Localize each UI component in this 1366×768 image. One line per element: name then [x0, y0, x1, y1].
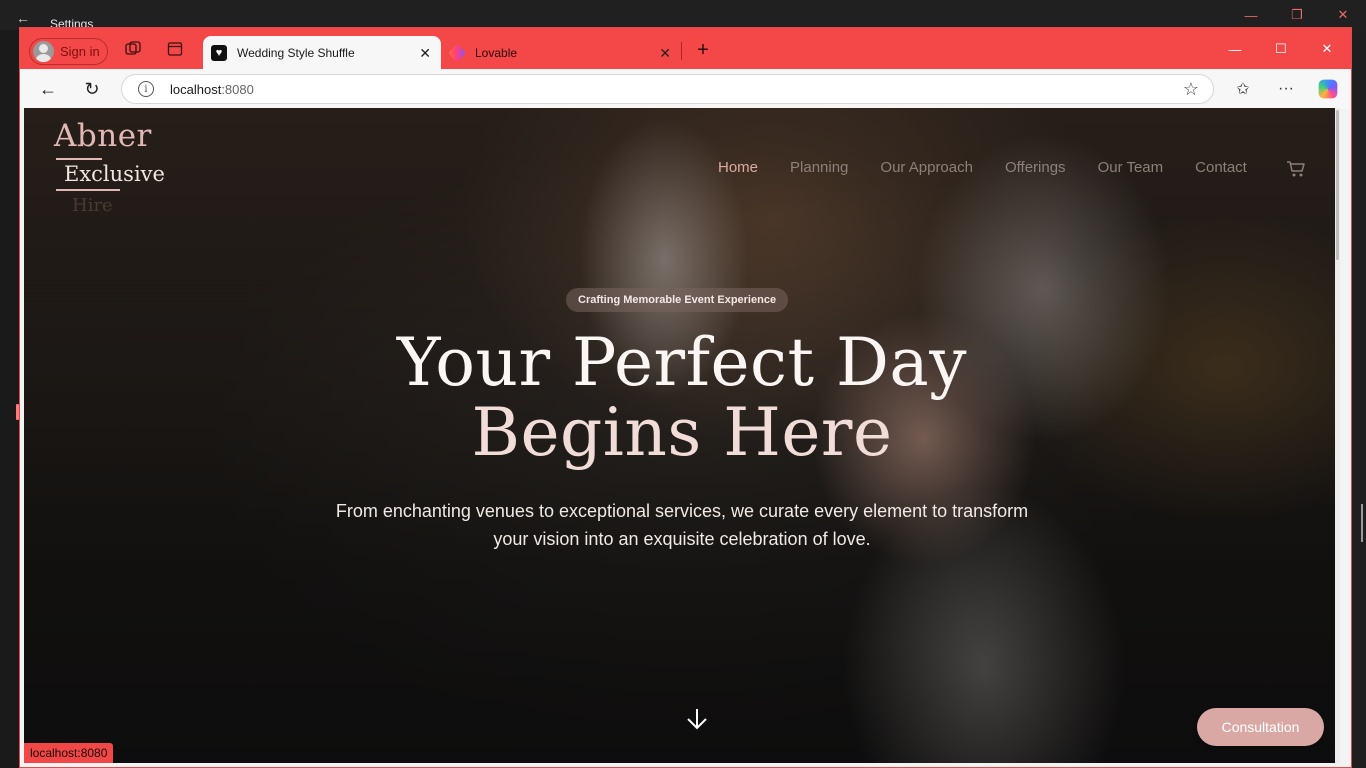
logo-line-3: Hire	[72, 195, 113, 216]
logo-line-2: Exclusive	[64, 162, 165, 186]
favorites-icon[interactable]: ✩	[1232, 78, 1254, 100]
nav-home[interactable]: Home	[718, 159, 758, 176]
page-scrollbar[interactable]	[1335, 108, 1340, 763]
nav-planning[interactable]: Planning	[790, 159, 848, 176]
tab-title: Lovable	[475, 45, 518, 60]
close-tab-icon[interactable]: ✕	[659, 45, 671, 62]
browser-window: Sign in ♥ Wedding Style Shuffle ✕ Lovabl…	[19, 27, 1352, 768]
logo-divider	[56, 189, 120, 191]
hero-headline-line-1: Your Perfect Day	[396, 324, 968, 401]
address-bar: ← ↻ i localhost:8080 ☆ ✩ ···	[20, 69, 1351, 109]
heart-icon: ♥	[211, 44, 227, 61]
nav-our-approach[interactable]: Our Approach	[880, 159, 973, 176]
arrow-left-icon[interactable]: ←	[16, 10, 30, 26]
maximize-icon[interactable]: ☐	[1258, 38, 1304, 60]
favorite-star-icon[interactable]: ☆	[1183, 79, 1199, 100]
tab-wedding-style-shuffle[interactable]: ♥ Wedding Style Shuffle ✕	[203, 36, 441, 69]
site-logo[interactable]: Abner Exclusive Hire	[54, 118, 165, 216]
minimize-icon[interactable]: —	[1228, 0, 1274, 30]
more-menu-icon[interactable]: ···	[1275, 78, 1297, 100]
avatar-icon	[33, 41, 54, 62]
logo-divider	[56, 158, 102, 160]
tab-title: Wedding Style Shuffle	[237, 45, 355, 60]
scrollbar-thumb[interactable]	[1336, 110, 1339, 260]
hero-badge: Crafting Memorable Event Experience	[566, 288, 789, 312]
page-viewport: Abner Exclusive Hire Home Planning Our A…	[24, 108, 1340, 763]
nav-our-team[interactable]: Our Team	[1098, 159, 1164, 176]
refresh-icon[interactable]: ↻	[80, 78, 104, 100]
logo-line-1: Abner	[54, 118, 152, 154]
profile-sign-in-button[interactable]: Sign in	[29, 38, 108, 65]
background-settings-window: ← Settings — ❐ ✕	[0, 0, 1366, 31]
nav-contact[interactable]: Contact	[1195, 159, 1247, 176]
background-window-controls: — ❐ ✕	[1228, 0, 1366, 30]
close-icon[interactable]: ✕	[1320, 0, 1366, 30]
tab-bar: Sign in ♥ Wedding Style Shuffle ✕ Lovabl…	[20, 28, 1351, 69]
lovable-icon	[447, 43, 467, 62]
hero-headline-line-2: Begins Here	[471, 394, 893, 471]
url-text: localhost:8080	[170, 82, 254, 97]
background-window-edge	[0, 30, 20, 768]
workspaces-icon[interactable]	[124, 41, 142, 57]
url-input[interactable]: i localhost:8080 ☆	[121, 74, 1214, 104]
tab-lovable[interactable]: Lovable ✕	[441, 36, 681, 69]
cart-icon[interactable]	[1286, 160, 1306, 178]
copilot-icon[interactable]	[1318, 79, 1338, 99]
link-status-bar: localhost:8080	[24, 743, 114, 763]
nav-offerings[interactable]: Offerings	[1005, 159, 1066, 176]
new-tab-icon[interactable]: +	[692, 39, 714, 61]
close-window-icon[interactable]: ✕	[1304, 38, 1350, 60]
main-nav: Home Planning Our Approach Offerings Our…	[718, 159, 1247, 176]
tab-actions-icon[interactable]	[166, 41, 184, 57]
edge-scroll-marker	[1361, 504, 1363, 542]
hero-subtitle: From enchanting venues to exceptional se…	[335, 501, 1029, 549]
scroll-down-arrow-icon[interactable]	[684, 706, 710, 732]
sign-in-label: Sign in	[60, 44, 100, 59]
tab-separator	[681, 42, 682, 60]
site-info-icon[interactable]: i	[138, 81, 154, 97]
restore-icon[interactable]: ❐	[1274, 0, 1320, 30]
minimize-icon[interactable]: —	[1212, 38, 1258, 60]
back-icon[interactable]: ←	[36, 78, 60, 100]
close-tab-icon[interactable]: ✕	[419, 45, 431, 62]
consultation-button[interactable]: Consultation	[1197, 708, 1324, 746]
